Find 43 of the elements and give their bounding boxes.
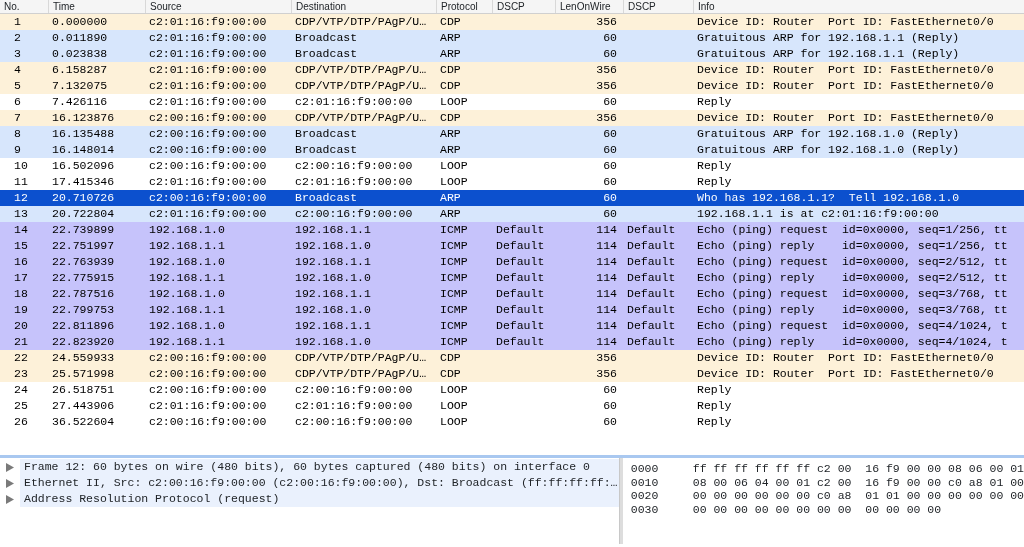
column-header[interactable]: DSCP (623, 0, 693, 13)
packet-row[interactable]: 19 22.799753 192.168.1.1 192.168.1.0 ICMP Default 114 Default Echo (ping) reply id=0x0000, seq=3/768, tt (0, 302, 1024, 318)
column-header[interactable]: No. (0, 0, 48, 13)
hex-bytes: 00 00 00 00 00 00 00 00 00 00 00 00 (692, 502, 942, 516)
packet-row[interactable]: 9 16.148014 c2:00:16:f9:00:00 Broadcast ARP 60 Gratuitous ARP for 192.168.1.0 (Reply) (0, 142, 1024, 158)
column-header[interactable]: LenOnWire (555, 0, 623, 13)
expand-triangle-icon[interactable] (6, 462, 14, 472)
packet-row[interactable]: 1 0.000000 c2:01:16:f9:00:00 CDP/VTP/DTP/PAgP/U… CDP 356 Device ID: Router Port ID: FastEthernet0/0 (0, 14, 1024, 30)
hex-bytes: 08 00 06 04 00 01 c2 00 16 f9 00 00 c0 a8 01 00 (692, 475, 1024, 489)
byte-offset: 0030 (630, 502, 660, 516)
packet-row[interactable]: 18 22.787516 192.168.1.0 192.168.1.1 ICMP Default 114 Default Echo (ping) request id=0x0000, seq=3/768, tt (0, 286, 1024, 302)
byte-offset: 0000 (630, 462, 660, 476)
packet-row[interactable]: 17 22.775915 192.168.1.1 192.168.1.0 ICMP Default 114 Default Echo (ping) reply id=0x0000, seq=2/512, tt (0, 270, 1024, 286)
packet-row[interactable]: 22 24.559933 c2:00:16:f9:00:00 CDP/VTP/DTP/PAgP/U… CDP 356 Device ID: Router Port ID: FastEthernet0/0 (0, 350, 1024, 366)
column-header[interactable]: Time (48, 0, 145, 13)
detail-tree-item[interactable]: Frame 12: 60 bytes on wire (480 bits), 60 bytes captured (480 bits) on interface 0 (20, 459, 619, 475)
packet-row[interactable]: 23 25.571998 c2:00:16:f9:00:00 CDP/VTP/DTP/PAgP/U… CDP 356 Device ID: Router Port ID: FastEthernet0/0 (0, 366, 1024, 382)
column-header[interactable]: DSCP (492, 0, 555, 13)
packet-row[interactable]: 21 22.823920 192.168.1.1 192.168.1.0 ICMP Default 114 Default Echo (ping) reply id=0x0000, seq=4/1024, t (0, 334, 1024, 350)
hex-bytes: 00 00 00 00 00 00 c0 a8 01 01 00 00 00 00 00 00 (692, 489, 1024, 503)
packet-row[interactable]: 3 0.023838 c2:01:16:f9:00:00 Broadcast ARP 60 Gratuitous ARP for 192.168.1.1 (Reply) (0, 46, 1024, 62)
expand-triangle-icon[interactable] (6, 494, 14, 504)
packet-row[interactable]: 13 20.722804 c2:01:16:f9:00:00 c2:00:16:f9:00:00 ARP 60 192.168.1.1 is at c2:01:16:f9:00:00 (0, 206, 1024, 222)
packet-row[interactable]: 16 22.763939 192.168.1.0 192.168.1.1 ICMP Default 114 Default Echo (ping) request id=0x0000, seq=2/512, tt (0, 254, 1024, 270)
packet-row[interactable]: 7 16.123876 c2:00:16:f9:00:00 CDP/VTP/DTP/PAgP/U… CDP 356 Device ID: Router Port ID: FastEthernet0/0 (0, 110, 1024, 126)
packet-row[interactable]: 4 6.158287 c2:01:16:f9:00:00 CDP/VTP/DTP/PAgP/U… CDP 356 Device ID: Router Port ID: FastEthernet0/0 (0, 62, 1024, 78)
packet-row[interactable]: 20 22.811896 192.168.1.0 192.168.1.1 ICMP Default 114 Default Echo (ping) request id=0x0000, seq=4/1024, t (0, 318, 1024, 334)
expand-triangle-icon[interactable] (6, 478, 14, 488)
packet-row[interactable]: 5 7.132075 c2:01:16:f9:00:00 CDP/VTP/DTP/PAgP/U… CDP 356 Device ID: Router Port ID: FastEthernet0/0 (0, 78, 1024, 94)
detail-tree-item[interactable]: Ethernet II, Src: c2:00:16:f9:00:00 (c2:00:16:f9:00:00), Dst: Broadcast (ff:ff:ff:ff:… (20, 475, 619, 491)
packet-row[interactable]: 8 16.135488 c2:00:16:f9:00:00 Broadcast ARP 60 Gratuitous ARP for 192.168.1.0 (Reply) (0, 126, 1024, 142)
byte-offset: 0010 (630, 475, 660, 489)
packet-row[interactable]: 12 20.710726 c2:00:16:f9:00:00 Broadcast ARP 60 Who has 192.168.1.1? Tell 192.168.1.0 (0, 190, 1024, 206)
column-header[interactable]: Destination (291, 0, 436, 13)
packet-row[interactable]: 15 22.751997 192.168.1.1 192.168.1.0 ICMP Default 114 Default Echo (ping) reply id=0x0000, seq=1/256, tt (0, 238, 1024, 254)
column-header[interactable]: Source (145, 0, 291, 13)
byte-offset: 0020 (630, 489, 660, 503)
hex-bytes: ff ff ff ff ff ff c2 00 16 f9 00 00 08 06 00 01 (692, 462, 1024, 476)
packet-row[interactable]: 14 22.739899 192.168.1.0 192.168.1.1 ICMP Default 114 Default Echo (ping) request id=0x0000, seq=1/256, tt (0, 222, 1024, 238)
column-header[interactable]: Info (693, 0, 1024, 13)
detail-tree-item[interactable]: Address Resolution Protocol (request) (20, 491, 619, 507)
packet-row[interactable]: 2 0.011890 c2:01:16:f9:00:00 Broadcast ARP 60 Gratuitous ARP for 192.168.1.1 (Reply) (0, 30, 1024, 46)
column-header[interactable]: Protocol (436, 0, 492, 13)
